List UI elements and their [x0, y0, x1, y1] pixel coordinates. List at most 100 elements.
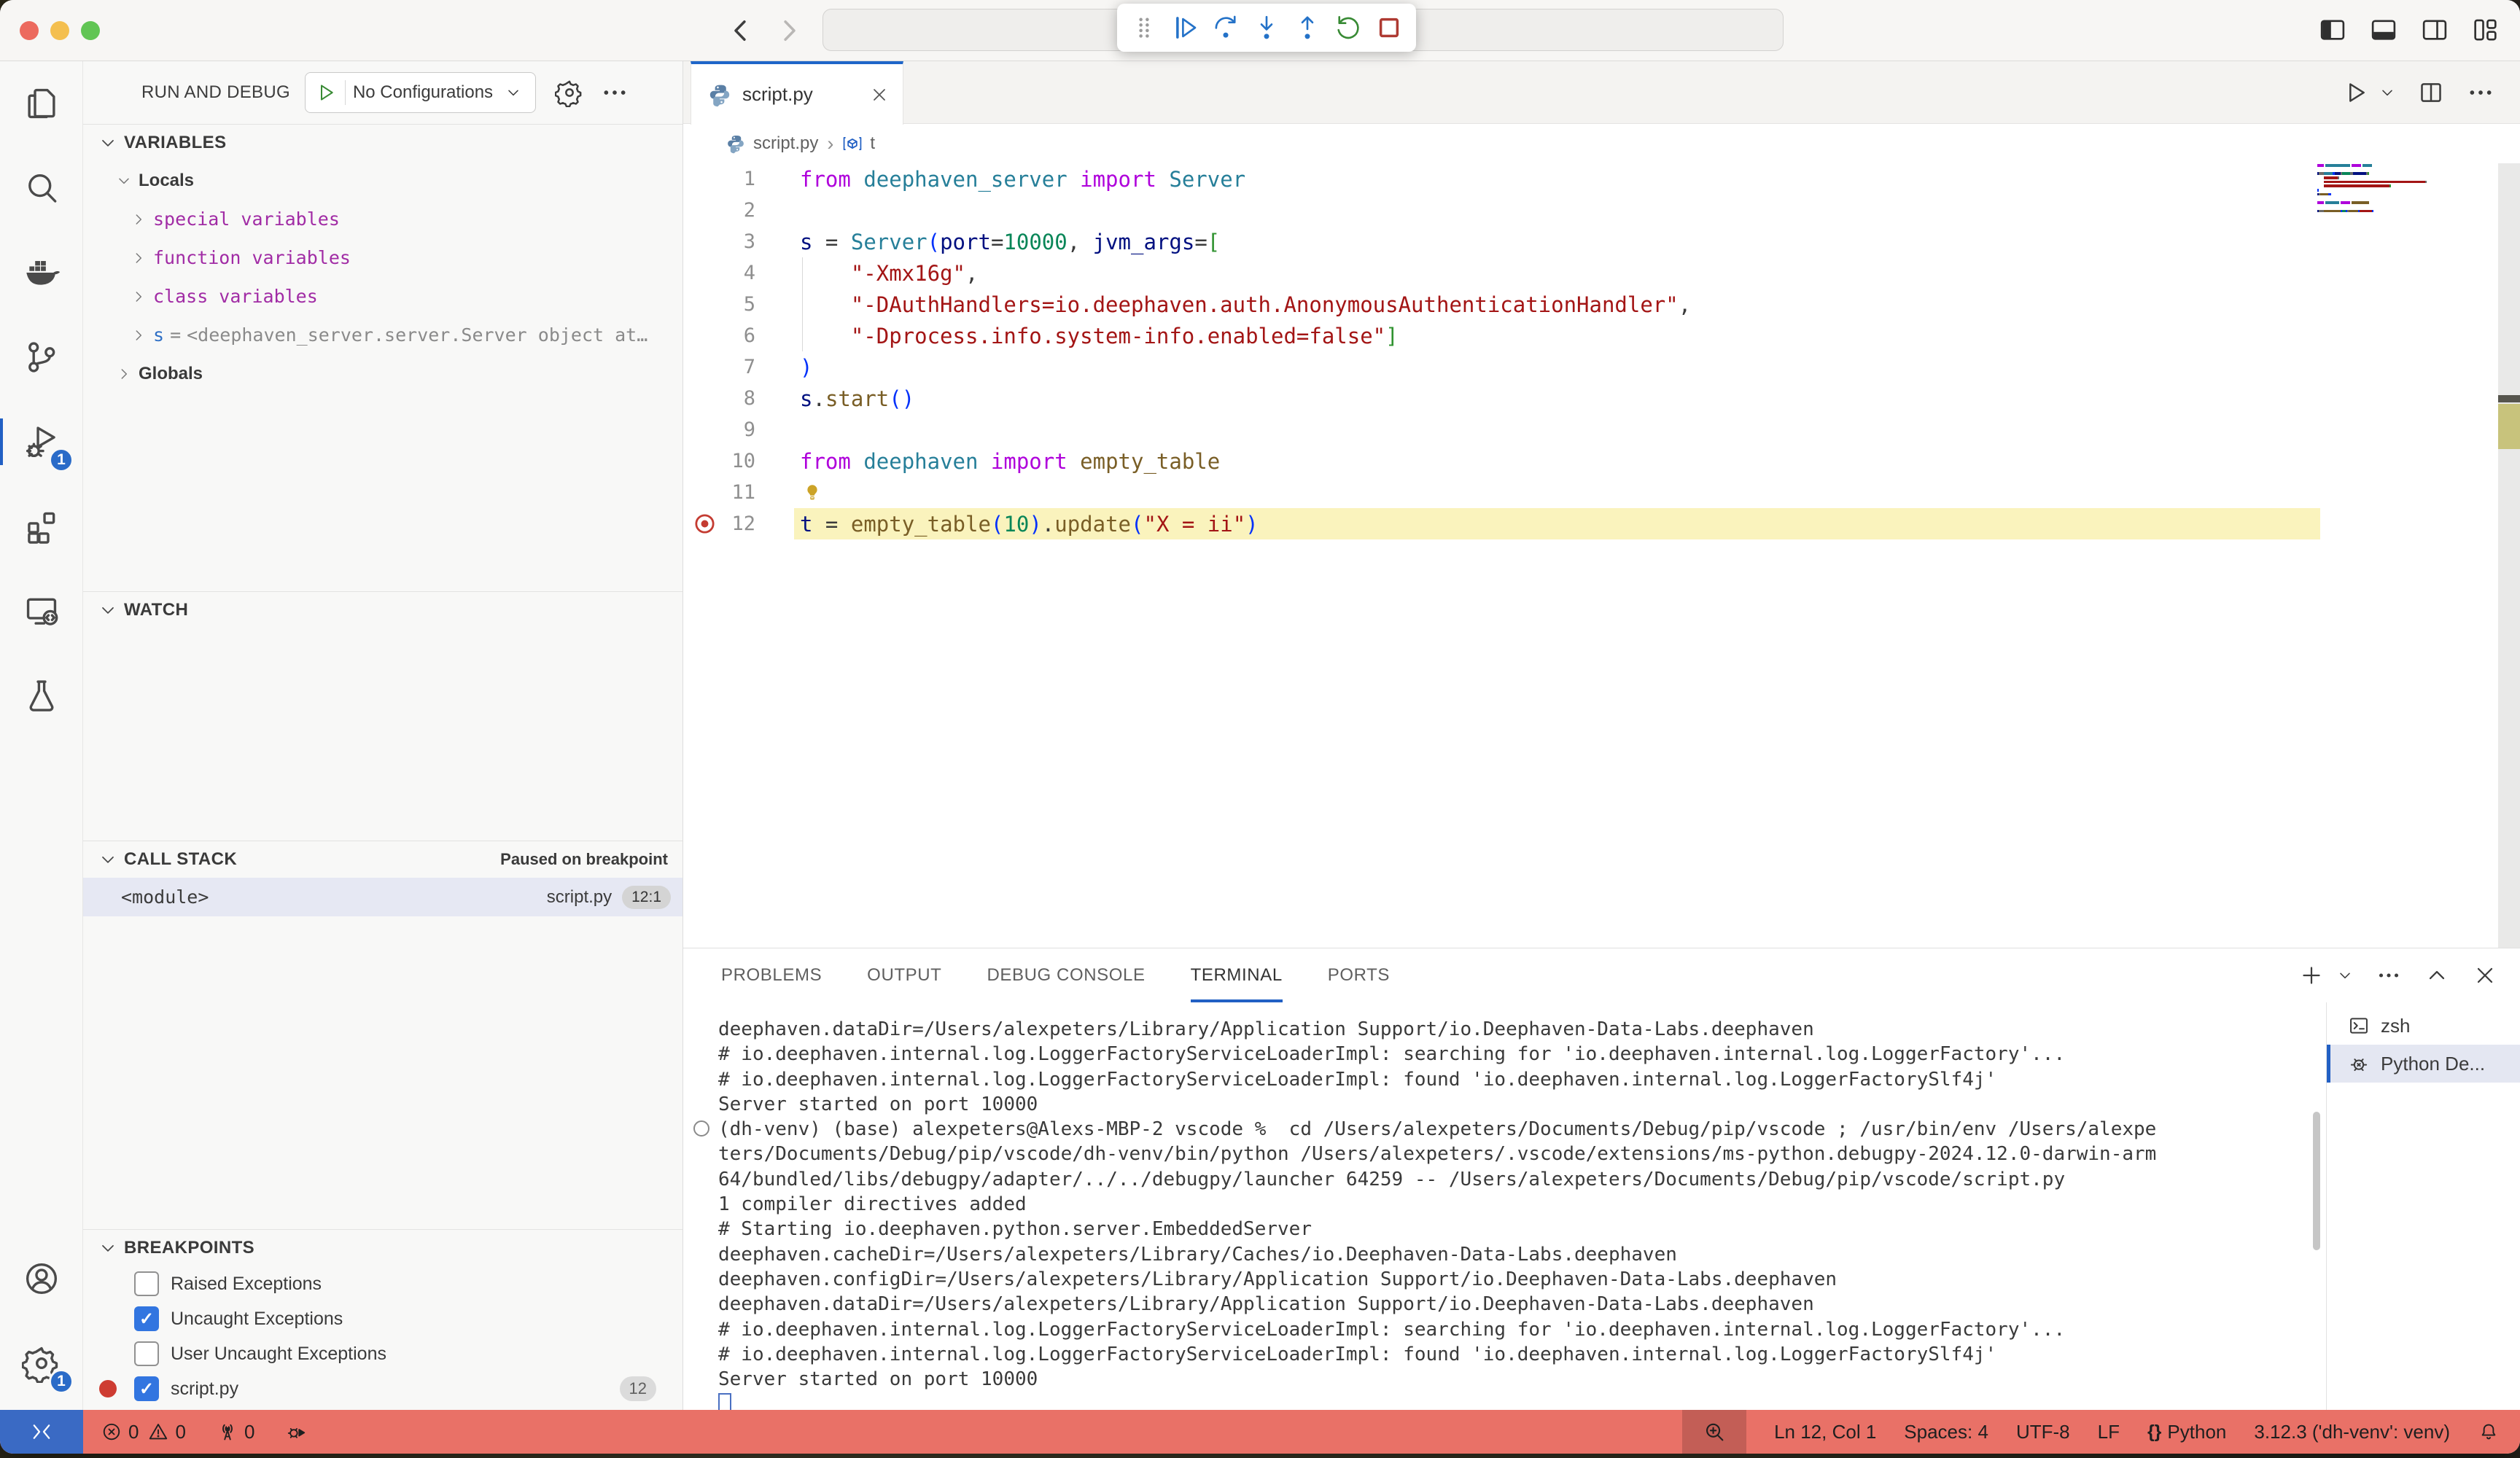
terminal-list-item[interactable]: zsh [2327, 1007, 2520, 1045]
continue-button[interactable] [1170, 12, 1200, 43]
activity-item-search[interactable] [0, 146, 82, 230]
status-item[interactable]: 0 [217, 1421, 254, 1443]
breakpoint-checkbox[interactable]: ✓ [134, 1376, 159, 1401]
remote-indicator[interactable] [0, 1410, 83, 1454]
variables-section-header[interactable]: VARIABLES [83, 125, 682, 161]
variable-row[interactable]: class variables [83, 277, 682, 316]
terminal-list-item[interactable]: Python De... [2327, 1045, 2520, 1083]
close-panel-icon[interactable] [2472, 962, 2498, 989]
panel-left-icon[interactable] [2317, 15, 2348, 45]
breakpoint-checkbox[interactable] [134, 1341, 159, 1366]
panel-tab-debug-console[interactable]: DEBUG CONSOLE [987, 948, 1145, 1002]
run-file-icon[interactable] [2341, 78, 2370, 107]
terminal-output[interactable]: deephaven.dataDir=/Users/alexpeters/Libr… [683, 1002, 2326, 1410]
panel-right-icon[interactable] [2419, 15, 2450, 45]
sidebar-more-icon[interactable] [600, 78, 629, 107]
panel-tab-ports[interactable]: PORTS [1328, 948, 1390, 1002]
breakpoint-hit-icon[interactable] [692, 511, 718, 537]
breakpoint-row[interactable]: ✓Uncaught Exceptions [83, 1301, 682, 1336]
status-item[interactable]: 0 [101, 1421, 139, 1443]
breakpoint-row[interactable]: ✓script.py12 [83, 1371, 682, 1406]
status-item[interactable]: UTF-8 [2016, 1421, 2070, 1443]
code-editor[interactable]: 1from deephaven_server import Server23s … [683, 163, 2520, 948]
activity-item-extensions[interactable] [0, 484, 82, 569]
call-stack-section-header[interactable]: CALL STACK Paused on breakpoint [83, 841, 682, 878]
code-line[interactable]: 10from deephaven import empty_table [683, 445, 2520, 477]
code-line[interactable]: 2 [683, 195, 2520, 226]
code-line[interactable]: 3s = Server(port=10000, jvm_args=[ [683, 226, 2520, 257]
close-tab-icon[interactable] [869, 85, 890, 105]
panel-bottom-icon[interactable] [2368, 15, 2399, 45]
variable-row[interactable]: s = <deephaven_server.server.Server obje… [83, 316, 682, 354]
breakpoint-checkbox[interactable]: ✓ [134, 1306, 159, 1331]
step-over-button[interactable] [1210, 12, 1241, 43]
status-item[interactable]: 3.12.3 ('dh-venv': venv) [2254, 1421, 2450, 1443]
editor-more-icon[interactable] [2466, 78, 2495, 107]
activity-item-remote-explorer[interactable] [0, 569, 82, 653]
code-line[interactable]: 4 "-Xmx16g", [683, 257, 2520, 289]
debug-config-dropdown[interactable]: No Configurations [305, 72, 536, 113]
activity-item-accounts[interactable] [0, 1236, 82, 1321]
code-line[interactable]: 12t = empty_table(10).update("X = ii") [683, 508, 2520, 539]
lightbulb-icon[interactable] [801, 481, 823, 504]
breakpoint-row[interactable]: Raised Exceptions [83, 1266, 682, 1301]
code-line[interactable]: 11 [683, 477, 2520, 508]
status-item[interactable]: Ln 12, Col 1 [1774, 1421, 1876, 1443]
grip-button[interactable] [1129, 12, 1159, 43]
variable-row[interactable]: special variables [83, 200, 682, 238]
back-icon[interactable] [726, 15, 756, 46]
panel-tab-terminal[interactable]: TERMINAL [1191, 948, 1283, 1002]
call-stack-frame[interactable]: <module>script.py12:1 [83, 878, 682, 916]
panel-more-icon[interactable] [2376, 962, 2402, 989]
code-line[interactable]: 8s.start() [683, 383, 2520, 414]
code-line[interactable]: 9 [683, 414, 2520, 445]
variable-row[interactable]: Globals [83, 354, 682, 393]
zoom-chip[interactable] [1682, 1410, 1746, 1454]
command-decoration-icon[interactable] [693, 1120, 709, 1137]
split-editor-icon[interactable] [2416, 78, 2446, 107]
status-item[interactable]: 0 [147, 1421, 185, 1443]
debug-settings-gear-icon[interactable] [555, 78, 584, 107]
activity-item-docker[interactable] [0, 230, 82, 315]
breakpoint-row[interactable]: User Uncaught Exceptions [83, 1336, 682, 1371]
maximize-panel-icon[interactable] [2424, 962, 2450, 989]
zoom-window-button[interactable] [81, 21, 100, 40]
code-line[interactable]: 7) [683, 351, 2520, 383]
new-terminal-icon[interactable] [2298, 962, 2325, 989]
code-line[interactable]: 6 "-Dprocess.info.system-info.enabled=fa… [683, 320, 2520, 351]
activity-item-testing[interactable] [0, 653, 82, 738]
minimap[interactable] [2317, 164, 2485, 214]
stop-button[interactable] [1374, 12, 1404, 43]
start-debug-icon[interactable] [314, 81, 338, 104]
activity-item-settings[interactable]: 1 [0, 1321, 82, 1406]
run-dropdown-chevron-icon[interactable] [2379, 84, 2396, 101]
breakpoints-section-header[interactable]: BREAKPOINTS [83, 1230, 682, 1266]
step-into-button[interactable] [1251, 12, 1282, 43]
panel-tab-output[interactable]: OUTPUT [867, 948, 941, 1002]
activity-item-run-and-debug[interactable]: 1 [0, 399, 82, 484]
code-line[interactable]: 1from deephaven_server import Server [683, 163, 2520, 195]
step-out-button[interactable] [1292, 12, 1323, 43]
breakpoint-checkbox[interactable] [134, 1271, 159, 1296]
restart-button[interactable] [1333, 12, 1364, 43]
status-item[interactable] [285, 1421, 307, 1443]
status-item[interactable]: {}Python [2147, 1421, 2226, 1443]
status-item[interactable]: LF [2098, 1421, 2120, 1443]
breadcrumb-file[interactable]: script.py [753, 133, 818, 154]
overview-ruler[interactable] [2498, 163, 2520, 948]
variable-row[interactable]: function variables [83, 238, 682, 277]
variable-row[interactable]: Locals [83, 161, 682, 200]
watch-section-header[interactable]: WATCH [83, 592, 682, 628]
code-line[interactable]: 5 "-DAuthHandlers=io.deephaven.auth.Anon… [683, 289, 2520, 320]
layout-customize-icon[interactable] [2470, 15, 2501, 45]
panel-tab-problems[interactable]: PROBLEMS [721, 948, 822, 1002]
minimize-window-button[interactable] [50, 21, 69, 40]
close-window-button[interactable] [20, 21, 39, 40]
activity-item-source-control[interactable] [0, 315, 82, 399]
tab-script-py[interactable]: script.py [691, 61, 903, 125]
launch-profile-chevron-icon[interactable] [2336, 967, 2354, 984]
forward-icon[interactable] [774, 15, 804, 46]
status-item[interactable] [2478, 1421, 2500, 1443]
breadcrumb-symbol[interactable]: t [870, 133, 875, 154]
status-item[interactable]: Spaces: 4 [1904, 1421, 1988, 1443]
